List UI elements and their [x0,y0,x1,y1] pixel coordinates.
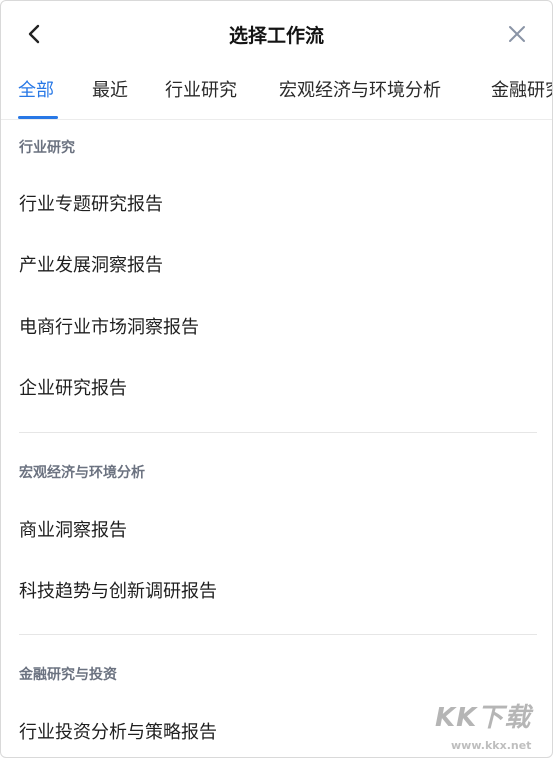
watermark-logo: KK下载 [435,703,532,733]
category-tabs: 全部 最近 行业研究 宏观经济与环境分析 金融研究与投资 [1,65,552,120]
workflow-item[interactable]: 科技趋势与创新调研报告 [19,579,217,605]
workflow-item[interactable]: 行业投资分析与策略报告 [19,720,217,746]
workflow-item[interactable]: 电商行业市场洞察报告 [19,315,199,341]
tab-industry-research[interactable]: 行业研究 [165,78,237,104]
close-button[interactable] [505,22,529,46]
dialog-title: 选择工作流 [228,25,324,47]
tab-finance-investment[interactable]: 金融研究与投资 [491,78,552,104]
workflow-item[interactable]: 商业洞察报告 [19,518,127,544]
active-tab-indicator [18,116,58,119]
dialog-header: 选择工作流 [1,1,552,65]
section-title-finance: 金融研究与投资 [19,667,117,683]
section-title-macro: 宏观经济与环境分析 [19,465,145,481]
section-divider [19,634,537,635]
workflow-item[interactable]: 行业专题研究报告 [19,192,163,218]
section-title-industry: 行业研究 [19,140,75,156]
watermark: KK下载 www.kkx.net [431,701,549,755]
tab-recent[interactable]: 最近 [92,78,128,104]
workflow-item[interactable]: 产业发展洞察报告 [19,253,163,279]
workflow-picker-dialog: 选择工作流 全部 最近 行业研究 宏观经济与环境分析 金融研究与投资 行业研究 … [0,0,553,758]
tab-macro-economy[interactable]: 宏观经济与环境分析 [279,78,441,104]
close-icon [509,26,525,42]
workflow-item[interactable]: 企业研究报告 [19,376,127,402]
tab-all[interactable]: 全部 [18,78,54,104]
watermark-url: www.kkx.net [451,739,532,752]
section-divider [19,432,537,433]
